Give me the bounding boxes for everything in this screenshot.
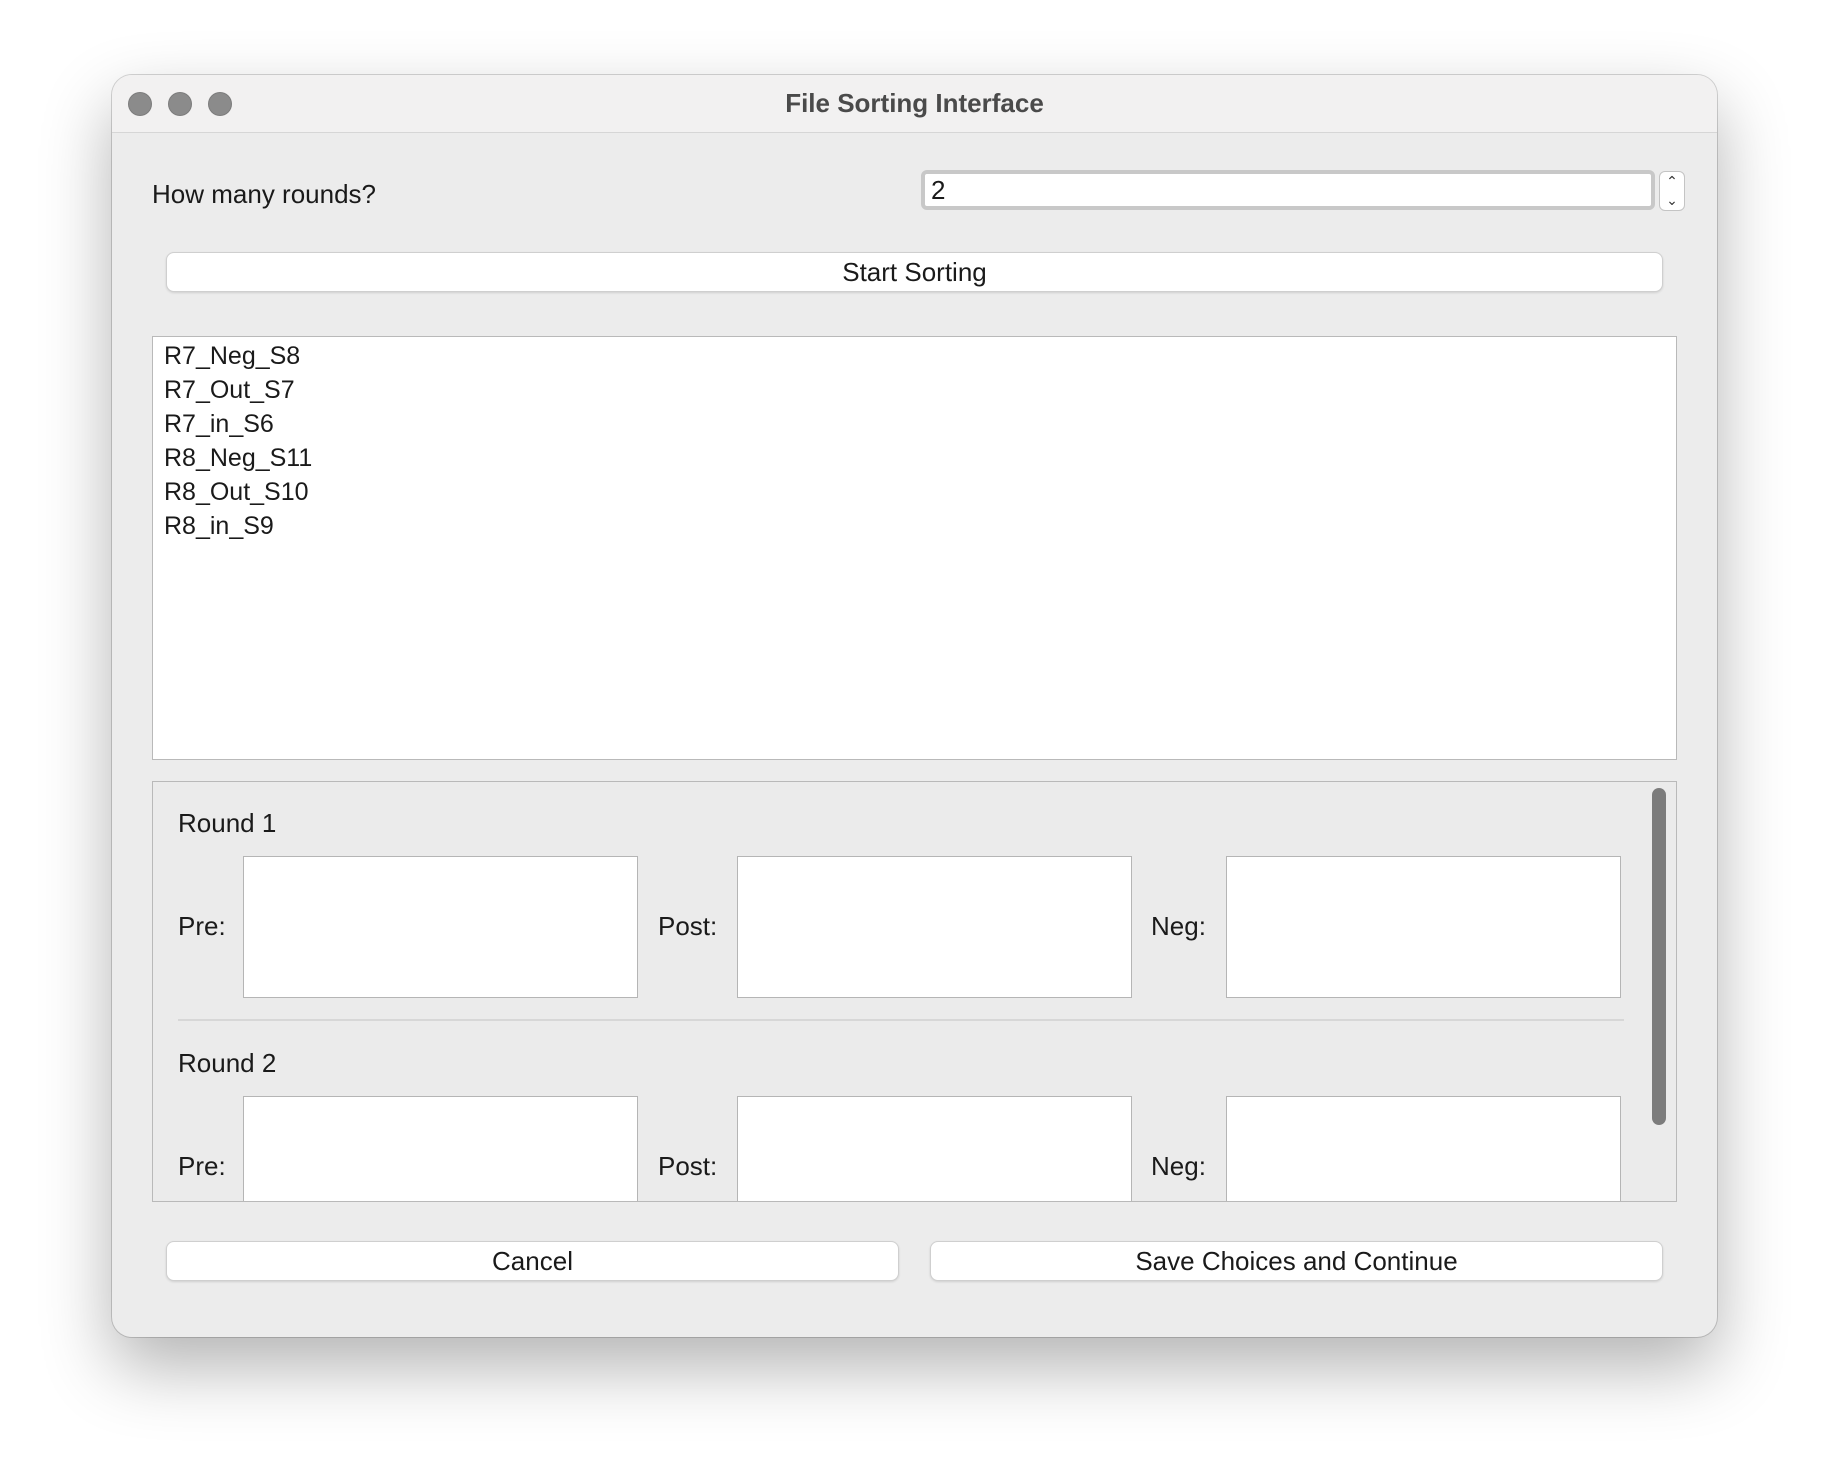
round-divider xyxy=(178,1019,1624,1021)
list-item[interactable]: R8_Out_S10 xyxy=(153,475,1676,509)
list-item[interactable]: R7_Neg_S8 xyxy=(153,339,1676,373)
list-item[interactable]: R8_Neg_S11 xyxy=(153,441,1676,475)
rounds-scroll-area[interactable]: Round 1 Pre: Post: Neg: Round 2 Pre: Pos… xyxy=(152,781,1677,1202)
list-item[interactable]: R8_in_S9 xyxy=(153,509,1676,543)
chevron-up-icon[interactable]: ⌃ xyxy=(1660,172,1684,191)
round-2-neg-dropzone[interactable] xyxy=(1226,1096,1621,1201)
scrollbar-thumb[interactable] xyxy=(1652,788,1666,1125)
list-item[interactable]: R7_in_S6 xyxy=(153,407,1676,441)
round-2-neg-label: Neg: xyxy=(1151,1151,1206,1181)
file-list[interactable]: R7_Neg_S8 R7_Out_S7 R7_in_S6 R8_Neg_S11 … xyxy=(152,336,1677,760)
cancel-button[interactable]: Cancel xyxy=(166,1241,899,1281)
rounds-count-input[interactable] xyxy=(921,170,1655,210)
round-2-post-label: Post: xyxy=(658,1151,718,1181)
round-1-neg-dropzone[interactable] xyxy=(1226,856,1621,998)
app-window: File Sorting Interface How many rounds? … xyxy=(112,75,1717,1337)
round-2-post-dropzone[interactable] xyxy=(737,1096,1132,1201)
start-sorting-button[interactable]: Start Sorting xyxy=(166,252,1663,292)
round-1-neg-label: Neg: xyxy=(1151,911,1206,941)
round-1-pre-dropzone[interactable] xyxy=(243,856,638,998)
rounds-count-label: How many rounds? xyxy=(152,179,376,209)
list-item[interactable]: R7_Out_S7 xyxy=(153,373,1676,407)
round-1-pre-label: Pre: xyxy=(178,911,226,941)
round-2-pre-label: Pre: xyxy=(178,1151,226,1181)
chevron-down-icon[interactable]: ⌄ xyxy=(1660,191,1684,210)
save-choices-button[interactable]: Save Choices and Continue xyxy=(930,1241,1663,1281)
window-title: File Sorting Interface xyxy=(785,88,1044,118)
title-bar: File Sorting Interface xyxy=(112,75,1717,133)
round-2-section: Round 2 Pre: Post: Neg: xyxy=(153,1022,1623,1201)
round-1-section: Round 1 Pre: Post: Neg: xyxy=(153,782,1623,1012)
rounds-count-stepper[interactable]: ⌃ ⌄ xyxy=(1659,171,1685,211)
round-2-title: Round 2 xyxy=(178,1048,277,1078)
round-2-pre-dropzone[interactable] xyxy=(243,1096,638,1201)
round-1-post-dropzone[interactable] xyxy=(737,856,1132,998)
round-1-title: Round 1 xyxy=(178,808,277,838)
round-1-post-label: Post: xyxy=(658,911,718,941)
